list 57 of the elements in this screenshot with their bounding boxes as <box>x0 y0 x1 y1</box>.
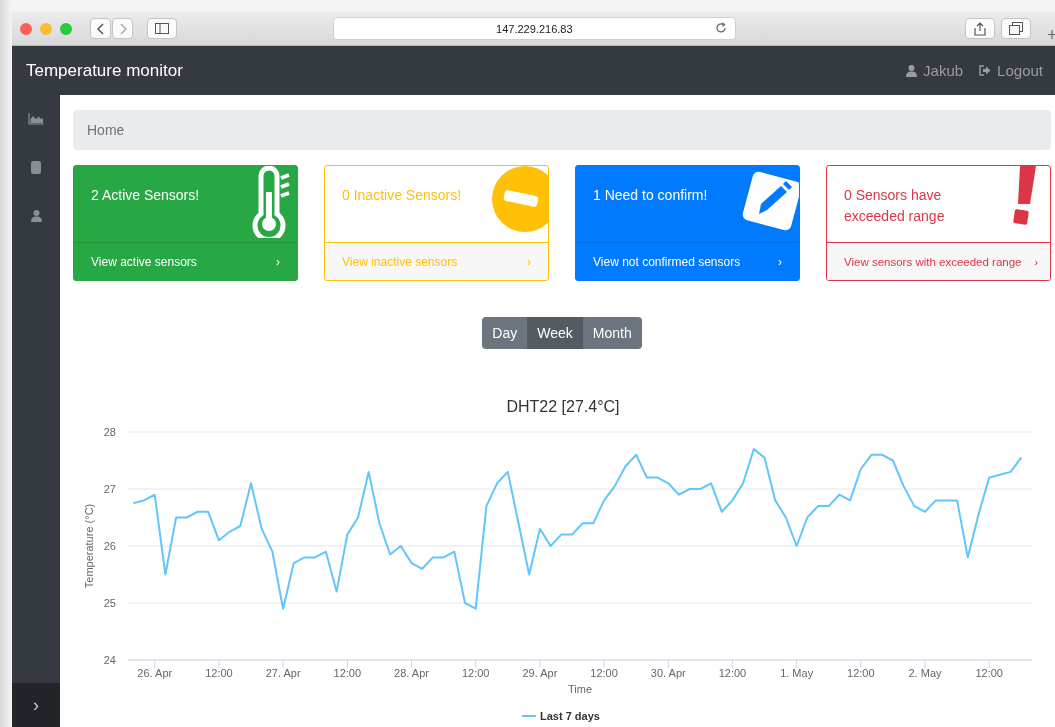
x-tick-label: 12:00 <box>333 667 362 679</box>
x-tick-label: 29. Apr <box>522 667 558 679</box>
breadcrumb-item[interactable]: Home <box>87 122 125 138</box>
back-chevron-icon <box>96 22 105 35</box>
chart-title: DHT22 [27.4°C] <box>506 398 620 415</box>
user-icon[interactable] <box>30 210 42 222</box>
logout-link[interactable]: Logout <box>979 62 1043 79</box>
user-icon <box>906 64 918 77</box>
x-tick-label: 30. Apr <box>650 667 686 679</box>
y-tick-label: 27 <box>103 483 116 495</box>
chart-icon[interactable] <box>28 113 44 125</box>
card-title: 0 Sensors have exceeded range <box>844 186 946 226</box>
y-tick-label: 28 <box>103 426 116 438</box>
range-button[interactable]: Month <box>582 317 642 349</box>
tabs-button[interactable] <box>1000 18 1031 39</box>
card-link[interactable]: View not confirmed sensors › <box>576 242 799 280</box>
x-tick-label: 12:00 <box>461 667 490 679</box>
logout-icon <box>979 65 992 76</box>
legend-line-icon[interactable] <box>521 715 537 717</box>
back-button[interactable] <box>90 18 111 39</box>
x-tick-label: 12:00 <box>590 667 618 679</box>
app-title[interactable]: Temperature monitor <box>26 60 183 81</box>
close-window-icon[interactable] <box>20 22 32 35</box>
range-button[interactable]: Day <box>482 317 528 349</box>
x-axis-title: Time <box>568 683 592 695</box>
card-title: 0 Inactive Sensors! <box>342 186 463 205</box>
card-title: 1 Need to confirm! <box>593 186 709 205</box>
tabs-icon <box>1008 22 1023 35</box>
card-link[interactable]: View sensors with exceeded range › <box>827 242 1050 280</box>
legend-item[interactable]: Last 7 days <box>540 710 600 722</box>
share-icon <box>973 21 986 36</box>
y-tick-label: 26 <box>103 540 116 552</box>
share-button[interactable] <box>964 18 995 39</box>
tablet-icon[interactable] <box>31 161 41 174</box>
x-tick-label: 12:00 <box>975 667 1003 679</box>
x-tick-label: 27. Apr <box>265 667 301 679</box>
y-tick-label: 25 <box>103 597 116 609</box>
x-tick-label: 2. May <box>908 667 942 679</box>
user-link[interactable]: Jakub <box>906 62 964 79</box>
x-tick-label: 12:00 <box>205 667 233 679</box>
sidebar-icon <box>154 23 169 34</box>
range-button[interactable]: Week <box>527 317 583 349</box>
x-tick-label: 1. May <box>780 667 814 679</box>
new-tab-icon[interactable] <box>1046 28 1055 39</box>
sidebar-toggle-button[interactable] <box>147 18 177 39</box>
x-tick-label: 12:00 <box>718 667 747 679</box>
x-tick-label: 28. Apr <box>394 667 429 679</box>
y-axis-title: Temperature (°C) <box>83 503 95 589</box>
address-bar[interactable]: 147.229.216.83 <box>332 17 736 40</box>
reload-icon[interactable] <box>714 22 727 34</box>
forward-chevron-icon <box>118 22 127 35</box>
sidebar-collapse-button[interactable]: › <box>12 683 60 727</box>
card-link[interactable]: View active sensors › <box>74 242 297 280</box>
x-tick-label: 26. Apr <box>137 667 173 679</box>
card-title: 2 Active Sensors! <box>91 186 201 205</box>
y-tick-label: 24 <box>103 654 116 666</box>
x-tick-label: 12:00 <box>847 667 875 679</box>
